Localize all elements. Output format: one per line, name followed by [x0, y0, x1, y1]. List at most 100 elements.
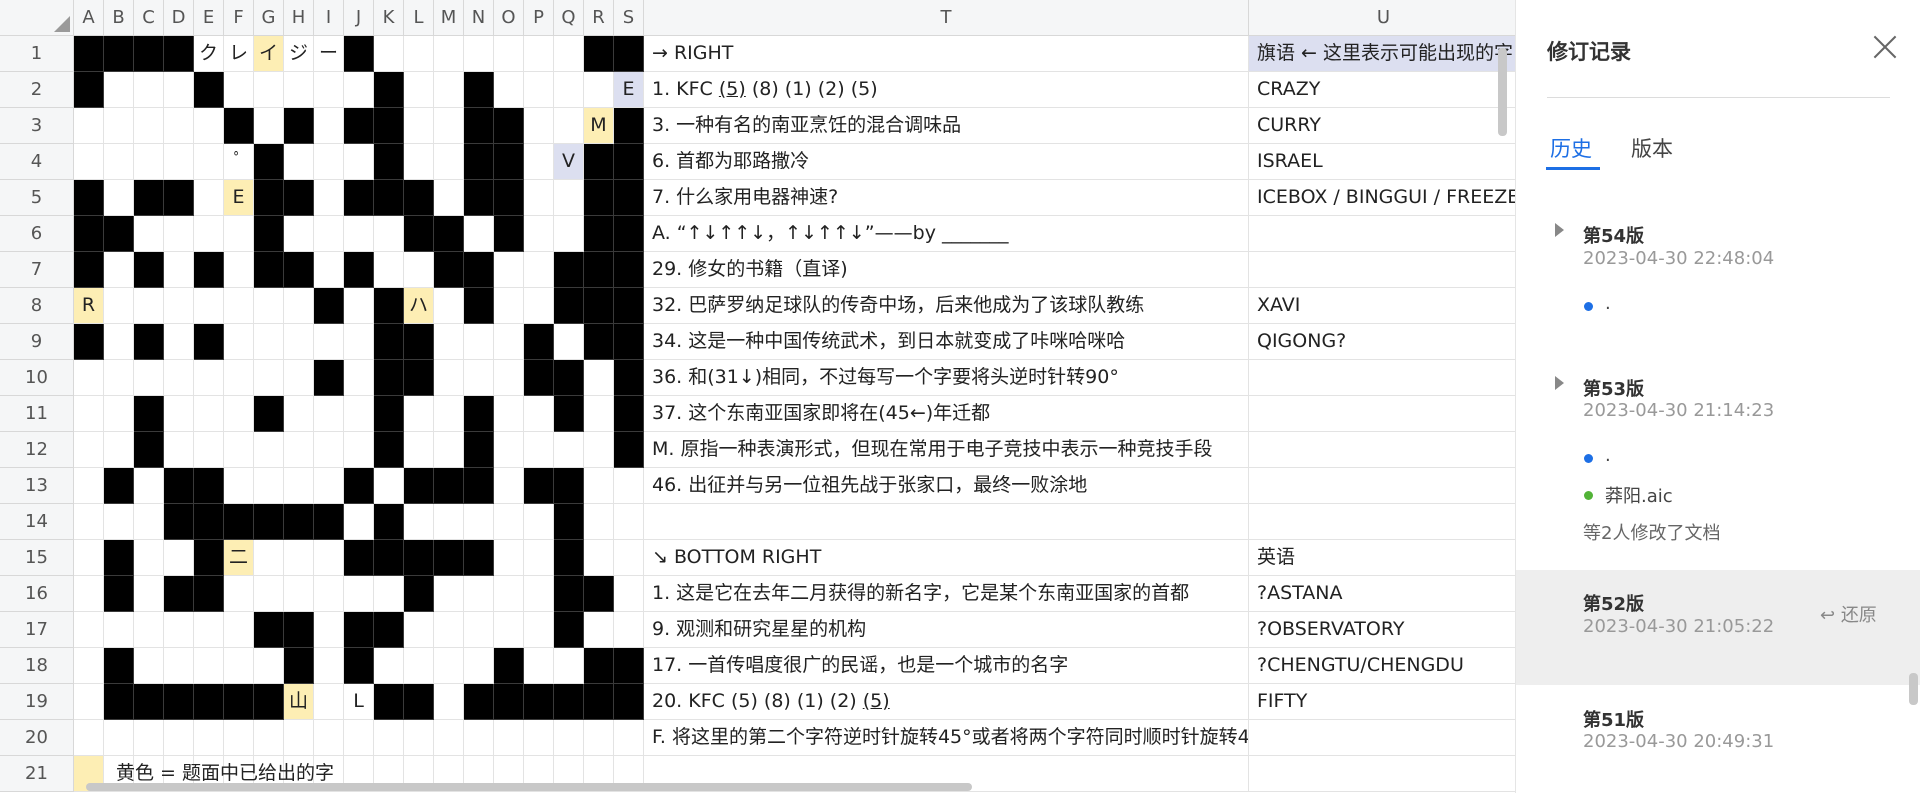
black-cell[interactable]	[104, 468, 134, 504]
grid-cell[interactable]	[224, 612, 254, 648]
black-cell[interactable]	[374, 180, 404, 216]
grid-cell[interactable]	[434, 504, 464, 540]
black-cell[interactable]	[614, 360, 644, 396]
answer-cell[interactable]	[1249, 396, 1515, 432]
row-header[interactable]: 3	[0, 108, 74, 144]
grid-cell[interactable]	[494, 360, 524, 396]
answer-cell[interactable]: ICEBOX / BINGGUI / FREEZER	[1249, 180, 1515, 216]
column-header[interactable]: O	[494, 0, 524, 36]
row-header[interactable]: 14	[0, 504, 74, 540]
black-cell[interactable]	[374, 540, 404, 576]
grid-cell[interactable]	[404, 504, 434, 540]
row-header[interactable]: 5	[0, 180, 74, 216]
grid-letter-cell[interactable]: レ	[224, 36, 254, 72]
answer-cell[interactable]	[1249, 216, 1515, 252]
black-cell[interactable]	[344, 108, 374, 144]
grid-cell[interactable]	[104, 396, 134, 432]
clue-cell[interactable]: 3. 一种有名的南亚烹饪的混合调味品	[644, 108, 1249, 144]
clue-cell[interactable]: ↘ BOTTOM RIGHT	[644, 540, 1249, 576]
tab-versions[interactable]: 版本	[1631, 133, 1673, 163]
grid-cell[interactable]	[284, 72, 314, 108]
black-cell[interactable]	[494, 144, 524, 180]
grid-cell[interactable]	[464, 216, 494, 252]
grid-cell[interactable]	[314, 324, 344, 360]
grid-cell[interactable]	[164, 432, 194, 468]
grid-cell[interactable]	[344, 360, 374, 396]
grid-cell[interactable]	[194, 432, 224, 468]
grid-cell[interactable]	[494, 288, 524, 324]
column-header[interactable]: J	[344, 0, 374, 36]
grid-cell[interactable]	[524, 180, 554, 216]
grid-cell[interactable]	[404, 252, 434, 288]
black-cell[interactable]	[524, 684, 554, 720]
grid-cell[interactable]	[344, 576, 374, 612]
grid-cell[interactable]	[134, 144, 164, 180]
answer-cell[interactable]	[1249, 468, 1515, 504]
grid-cell[interactable]	[404, 36, 434, 72]
grid-cell[interactable]	[434, 648, 464, 684]
grid-cell[interactable]	[134, 288, 164, 324]
black-cell[interactable]	[494, 108, 524, 144]
expand-triangle-icon[interactable]	[1555, 223, 1564, 237]
grid-cell[interactable]	[284, 144, 314, 180]
clue-cell[interactable]: 1. 这是它在去年二月获得的新名字，它是某个东南亚国家的首都	[644, 576, 1249, 612]
black-cell[interactable]	[104, 36, 134, 72]
black-cell[interactable]	[614, 180, 644, 216]
row-header[interactable]: 11	[0, 396, 74, 432]
grid-cell[interactable]	[134, 504, 164, 540]
grid-cell[interactable]	[134, 216, 164, 252]
grid-cell[interactable]	[224, 468, 254, 504]
black-cell[interactable]	[584, 252, 614, 288]
black-cell[interactable]	[464, 432, 494, 468]
grid-cell[interactable]	[134, 576, 164, 612]
grid-cell[interactable]	[134, 108, 164, 144]
black-cell[interactable]	[584, 324, 614, 360]
grid-letter-cell[interactable]: ー	[314, 36, 344, 72]
grid-cell[interactable]	[344, 72, 374, 108]
row-header[interactable]: 10	[0, 360, 74, 396]
grid-cell[interactable]	[164, 252, 194, 288]
grid-cell[interactable]	[224, 72, 254, 108]
grid-cell[interactable]	[374, 576, 404, 612]
black-cell[interactable]	[134, 684, 164, 720]
black-cell[interactable]	[464, 540, 494, 576]
row-header[interactable]: 6	[0, 216, 74, 252]
black-cell[interactable]	[464, 684, 494, 720]
clue-cell[interactable]: F. 将这里的第二个字符逆时针旋转45°或者将两个字符同时顺时针旋转45°得到的…	[644, 720, 1249, 756]
black-cell[interactable]	[284, 504, 314, 540]
black-cell[interactable]	[314, 360, 344, 396]
grid-cell[interactable]	[434, 72, 464, 108]
black-cell[interactable]	[374, 288, 404, 324]
grid-cell[interactable]	[104, 144, 134, 180]
grid-cell[interactable]	[524, 108, 554, 144]
row-header[interactable]: 17	[0, 612, 74, 648]
grid-letter-cell[interactable]: E	[614, 72, 644, 108]
answer-cell[interactable]: ?CHENGTU/CHENGDU	[1249, 648, 1515, 684]
black-cell[interactable]	[524, 360, 554, 396]
black-cell[interactable]	[614, 36, 644, 72]
grid-cell[interactable]	[194, 648, 224, 684]
column-header[interactable]: T	[644, 0, 1249, 36]
row-header[interactable]: 16	[0, 576, 74, 612]
black-cell[interactable]	[284, 612, 314, 648]
answer-cell[interactable]: ISRAEL	[1249, 144, 1515, 180]
grid-cell[interactable]	[254, 468, 284, 504]
black-cell[interactable]	[614, 216, 644, 252]
grid-cell[interactable]	[104, 288, 134, 324]
black-cell[interactable]	[374, 72, 404, 108]
column-header[interactable]: R	[584, 0, 614, 36]
column-header[interactable]: I	[314, 0, 344, 36]
black-cell[interactable]	[464, 108, 494, 144]
grid-cell[interactable]	[134, 720, 164, 756]
black-cell[interactable]	[74, 252, 104, 288]
grid-cell[interactable]	[74, 648, 104, 684]
grid-cell[interactable]	[254, 720, 284, 756]
grid-letter-cell[interactable]: M	[584, 108, 614, 144]
clue-cell[interactable]: 9. 观测和研究星星的机构	[644, 612, 1249, 648]
grid-cell[interactable]	[314, 108, 344, 144]
grid-letter-cell[interactable]: ジ	[284, 36, 314, 72]
grid-cell[interactable]	[374, 36, 404, 72]
grid-cell[interactable]	[464, 36, 494, 72]
row-header[interactable]: 2	[0, 72, 74, 108]
grid-cell[interactable]	[434, 360, 464, 396]
